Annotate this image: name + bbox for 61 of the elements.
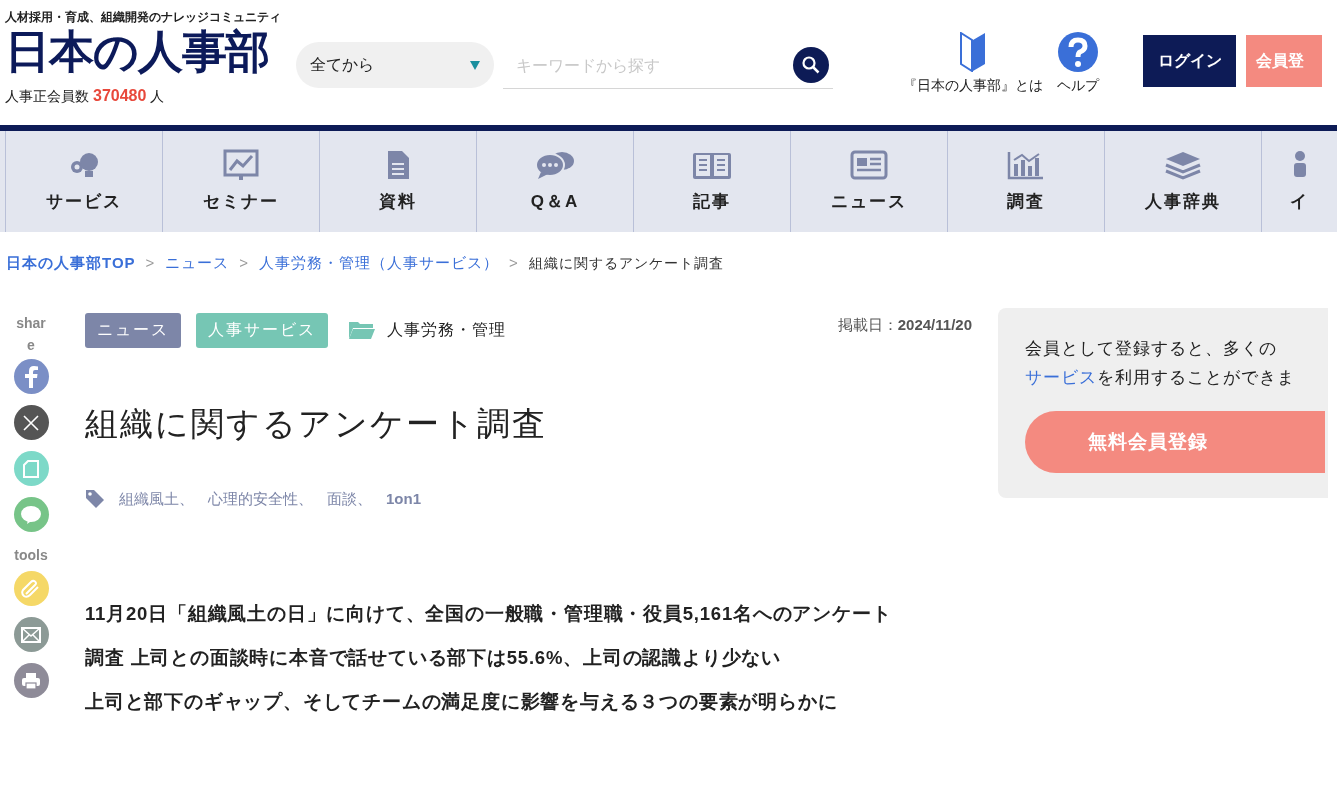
nav-item[interactable]: 調査 [947, 131, 1104, 232]
search-button[interactable] [793, 47, 829, 83]
beginner-mark-icon [960, 32, 986, 72]
header-link[interactable]: ヘルプ [1057, 32, 1099, 96]
breadcrumb-link[interactable]: ニュース [165, 251, 230, 275]
breadcrumb-separator: > [239, 252, 250, 273]
breadcrumb-separator: > [509, 252, 519, 273]
mail-icon[interactable] [13, 617, 49, 652]
nav-item[interactable]: 人事辞典 [1104, 131, 1261, 232]
tag-link[interactable]: 面談、 [327, 488, 372, 511]
book-stack-icon [1164, 149, 1202, 180]
publish-date: 掲載日：2024/11/20 [837, 314, 973, 335]
x-logo-icon[interactable] [13, 405, 49, 440]
folder-icon [348, 320, 376, 340]
note-icon[interactable] [13, 451, 49, 486]
chat-bubbles-icon [535, 149, 575, 180]
nav-item[interactable]: サービス [5, 131, 162, 232]
newspaper-icon [850, 149, 888, 180]
member-count-unit: 人 [150, 87, 165, 106]
nav-item[interactable]: 資料 [319, 131, 476, 232]
breadcrumb-separator: > [145, 252, 156, 273]
print-icon[interactable] [13, 663, 49, 698]
member-count-label: 人事正会員数 [5, 87, 89, 106]
site-logo[interactable]: 日本の人事部 [5, 26, 295, 78]
category-badge: ニュース [85, 312, 181, 348]
lead-line: 上司と部下のギャップ、そしてチームの満足度に影響を与える３つの要素が明らかに [85, 689, 839, 714]
header-link[interactable]: 『日本の人事部』とは [903, 32, 1043, 96]
lead-line: 調査 上司との面談時に本音で話せている部下は55.6%、上司の認識より少ない [85, 645, 782, 670]
nav-item[interactable]: ニュース [790, 131, 947, 232]
signup-text: 会員として登録すると、多くの サービス を利用することができま [1025, 338, 1296, 389]
chart-board-icon [223, 148, 259, 181]
bar-chart-icon [1007, 149, 1045, 180]
category-badge: 人事サービス [196, 312, 328, 348]
tag-link[interactable]: 組織風土、 [119, 488, 194, 511]
member-count: 370480 [93, 86, 147, 106]
site-tagline: 人材採用・育成、組織開発のナレッジコミュニティ [5, 9, 282, 26]
help-icon [1058, 32, 1098, 72]
caret-icon [470, 60, 480, 70]
breadcrumb-current: 組織に関するアンケート調査 [528, 253, 724, 273]
tag-link[interactable]: 1on1 [386, 488, 421, 511]
tag-link[interactable]: 心理的安全性、 [208, 488, 313, 511]
services-link[interactable]: サービス [1025, 368, 1097, 387]
nav-item[interactable]: Q＆A [476, 131, 633, 232]
nav-item[interactable]: 記事 [633, 131, 790, 232]
category-dropdown[interactable]: 全てから [296, 42, 494, 88]
article-title: 組織に関するアンケート調査 [85, 404, 548, 444]
tag-icon [85, 489, 105, 510]
document-icon [386, 149, 410, 180]
breadcrumb-link[interactable]: 日本の人事部TOP [6, 251, 136, 275]
paperclip-icon[interactable] [13, 571, 49, 606]
article-category: 人事労務・管理 [387, 320, 506, 340]
breadcrumb-link[interactable]: 人事労務・管理（人事サービス） [259, 251, 500, 275]
person-icon [1291, 149, 1308, 180]
lead-line: 11月20日「組織風土の日」に向けて、全国の一般職・管理職・役員5,161名へのアンケート [85, 601, 893, 626]
search-icon [802, 56, 820, 74]
login-button[interactable]: ログイン [1143, 35, 1236, 87]
nav-item[interactable]: セミナー [162, 131, 319, 232]
nav-item[interactable]: イ [1261, 131, 1337, 232]
facebook-icon[interactable] [13, 359, 49, 394]
share-label: share [15, 314, 47, 355]
tools-label: tools [14, 546, 48, 565]
